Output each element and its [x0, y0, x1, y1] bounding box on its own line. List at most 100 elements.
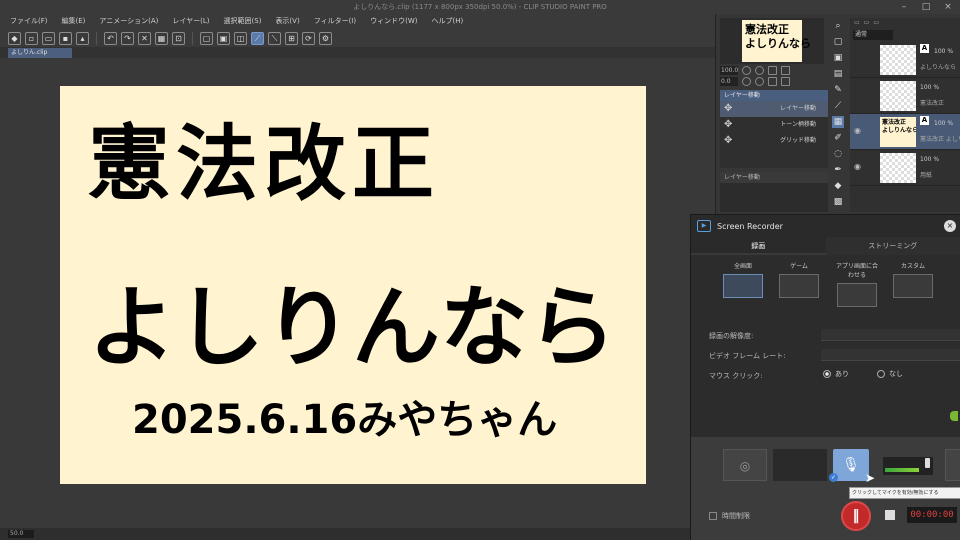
toolbar-divider: [96, 31, 97, 45]
resolution-select[interactable]: [821, 329, 960, 341]
flip-icon[interactable]: [781, 77, 790, 86]
undo-icon[interactable]: ↶: [104, 31, 117, 45]
blend-mode-select[interactable]: 通常: [853, 30, 893, 40]
menu-window[interactable]: ウィンドウ(W): [370, 14, 417, 29]
menu-help[interactable]: ヘルプ(H): [431, 14, 463, 29]
brush-icon[interactable]: ✒: [832, 164, 844, 176]
menu-edit[interactable]: 編集(E): [62, 14, 86, 29]
pen-icon[interactable]: ✎: [832, 84, 844, 96]
canvas-workspace[interactable]: 憲法改正 よしりんなら 2025.6.16みやちゃん: [0, 58, 715, 528]
invert-selection-icon[interactable]: ◫: [234, 31, 247, 45]
eye-icon[interactable]: ◉: [854, 162, 861, 171]
settings-icon[interactable]: ⚙: [319, 31, 332, 45]
microphone-button[interactable]: 🎙: [833, 449, 869, 481]
mask-icon[interactable]: ▩: [832, 196, 844, 208]
stop-button[interactable]: [885, 510, 895, 520]
maximize-icon[interactable]: □: [920, 2, 932, 12]
menu-animation[interactable]: アニメーション(A): [99, 14, 158, 29]
pause-button[interactable]: ‖: [841, 501, 871, 531]
redo-icon[interactable]: ↷: [121, 31, 134, 45]
menu-view[interactable]: 表示(V): [275, 14, 299, 29]
layer-row[interactable]: 100 % 憲法改正: [850, 78, 960, 114]
mode-fullscreen[interactable]: 全画面: [721, 261, 765, 298]
zoom-out-icon[interactable]: [742, 66, 751, 75]
menu-layer[interactable]: レイヤー(L): [172, 14, 209, 29]
screen-recorder-window: ▶ Screen Recorder × 録画 ストリーミング 全画面 ゲーム ア…: [690, 214, 960, 540]
layer-tab-icon[interactable]: ▭: [864, 18, 870, 28]
reset-rotation-icon[interactable]: [768, 77, 777, 86]
lasso-icon[interactable]: ◌: [832, 148, 844, 160]
tab-streaming[interactable]: ストリーミング: [826, 237, 960, 255]
eye-icon[interactable]: ◉: [854, 126, 861, 135]
subtool-item[interactable]: ✥ レイヤー移動: [720, 101, 828, 117]
menu-selection[interactable]: 選択範囲(S): [224, 14, 262, 29]
zoom-value[interactable]: 100.0: [720, 66, 738, 75]
document-tab[interactable]: よしりん.clip: [8, 48, 72, 58]
folder-icon[interactable]: ▤: [832, 68, 844, 80]
capture-modes: 全画面 ゲーム アプリ画面に合わせる カスタム: [691, 255, 960, 317]
zoom-field[interactable]: 50.0: [8, 530, 34, 538]
layer-property-icon[interactable]: ▦: [832, 116, 844, 128]
subtool-item[interactable]: ✥ トーン柄移動: [720, 117, 828, 133]
layer-thumb-text1: 憲法改正: [882, 119, 907, 126]
mode-custom[interactable]: カスタム: [891, 261, 935, 298]
layer-tab-icon[interactable]: ▭: [873, 18, 879, 28]
deselect-icon[interactable]: ▣: [217, 31, 230, 45]
snap-ruler-icon[interactable]: ⟋: [251, 31, 264, 45]
time-limit-checkbox[interactable]: 時間制限: [709, 511, 750, 521]
webcam-button[interactable]: ◎: [723, 449, 767, 481]
clear-icon[interactable]: ✕: [138, 31, 151, 45]
layer-thumbnail: [880, 81, 916, 111]
framerate-select[interactable]: [821, 349, 960, 361]
mode-game[interactable]: ゲーム: [777, 261, 821, 298]
export-icon[interactable]: ▴: [76, 31, 89, 45]
gamepad-icon: [779, 274, 819, 298]
search-icon[interactable]: ⌕: [832, 20, 844, 32]
canvas[interactable]: 憲法改正 よしりんなら 2025.6.16みやちゃん: [60, 86, 646, 484]
navigator-thumbnail[interactable]: 憲法改正 よしりんなら: [742, 20, 811, 62]
rotate-left-icon[interactable]: [742, 77, 751, 86]
nav-thumb-text2: よしりんなら: [745, 37, 811, 50]
mouse-click-on-radio[interactable]: あり: [823, 369, 849, 379]
navigator-panel: 憲法改正 よしりんなら: [720, 18, 824, 64]
vector-layer-icon[interactable]: ▣: [832, 52, 844, 64]
layer-row-selected[interactable]: ◉ 憲法改正 よしりんなら A 100 % 憲法改正 よしりんなら: [850, 114, 960, 150]
color-sync-icon[interactable]: ⟳: [302, 31, 315, 45]
eyedropper-icon[interactable]: ✐: [832, 132, 844, 144]
layer-opacity: 100 %: [920, 156, 940, 163]
snap-grid-icon[interactable]: ⊞: [285, 31, 298, 45]
minimize-icon[interactable]: –: [898, 2, 910, 12]
zoom-in-icon[interactable]: [755, 66, 764, 75]
mode-app-window[interactable]: アプリ画面に合わせる: [835, 261, 879, 307]
window-title: よしりんなら.clip (1177 x 800px 350dpi 50.0%) …: [353, 3, 607, 11]
ruler-icon[interactable]: ⟋: [832, 100, 844, 112]
layer-row[interactable]: A 100 % よしりんなら: [850, 42, 960, 78]
angle-value[interactable]: 0.0: [720, 77, 738, 86]
eraser-icon[interactable]: ◆: [832, 180, 844, 192]
mouse-cursor-icon: ➤: [865, 471, 876, 485]
new-layer-icon[interactable]: ▢: [832, 36, 844, 48]
actual-size-icon[interactable]: [781, 66, 790, 75]
subtool-item[interactable]: ✥ グリッド移動: [720, 133, 828, 149]
fit-icon[interactable]: [768, 66, 777, 75]
system-audio-button[interactable]: [945, 449, 960, 481]
open-file-icon[interactable]: ▭: [42, 31, 55, 45]
select-all-icon[interactable]: ▢: [200, 31, 213, 45]
snap-special-ruler-icon[interactable]: ⟍: [268, 31, 281, 45]
layer-tab-icon[interactable]: ▭: [854, 18, 860, 28]
menu-filter[interactable]: フィルター(I): [314, 14, 356, 29]
volume-slider-knob[interactable]: [925, 458, 930, 468]
clip-studio-icon[interactable]: ◆: [8, 31, 21, 45]
tab-record[interactable]: 録画: [691, 237, 826, 255]
mouse-click-off-radio[interactable]: なし: [877, 369, 903, 379]
new-file-icon[interactable]: ▫: [25, 31, 38, 45]
fill-icon[interactable]: ▦: [155, 31, 168, 45]
recorder-close-icon[interactable]: ×: [944, 220, 956, 232]
close-icon[interactable]: ×: [942, 2, 954, 12]
menu-file[interactable]: ファイル(F): [10, 14, 48, 29]
transform-icon[interactable]: ⊡: [172, 31, 185, 45]
save-icon[interactable]: ▪: [59, 31, 72, 45]
volume-meter[interactable]: [883, 457, 933, 475]
rotate-right-icon[interactable]: [755, 77, 764, 86]
layer-row[interactable]: ◉ 100 % 用紙: [850, 150, 960, 186]
